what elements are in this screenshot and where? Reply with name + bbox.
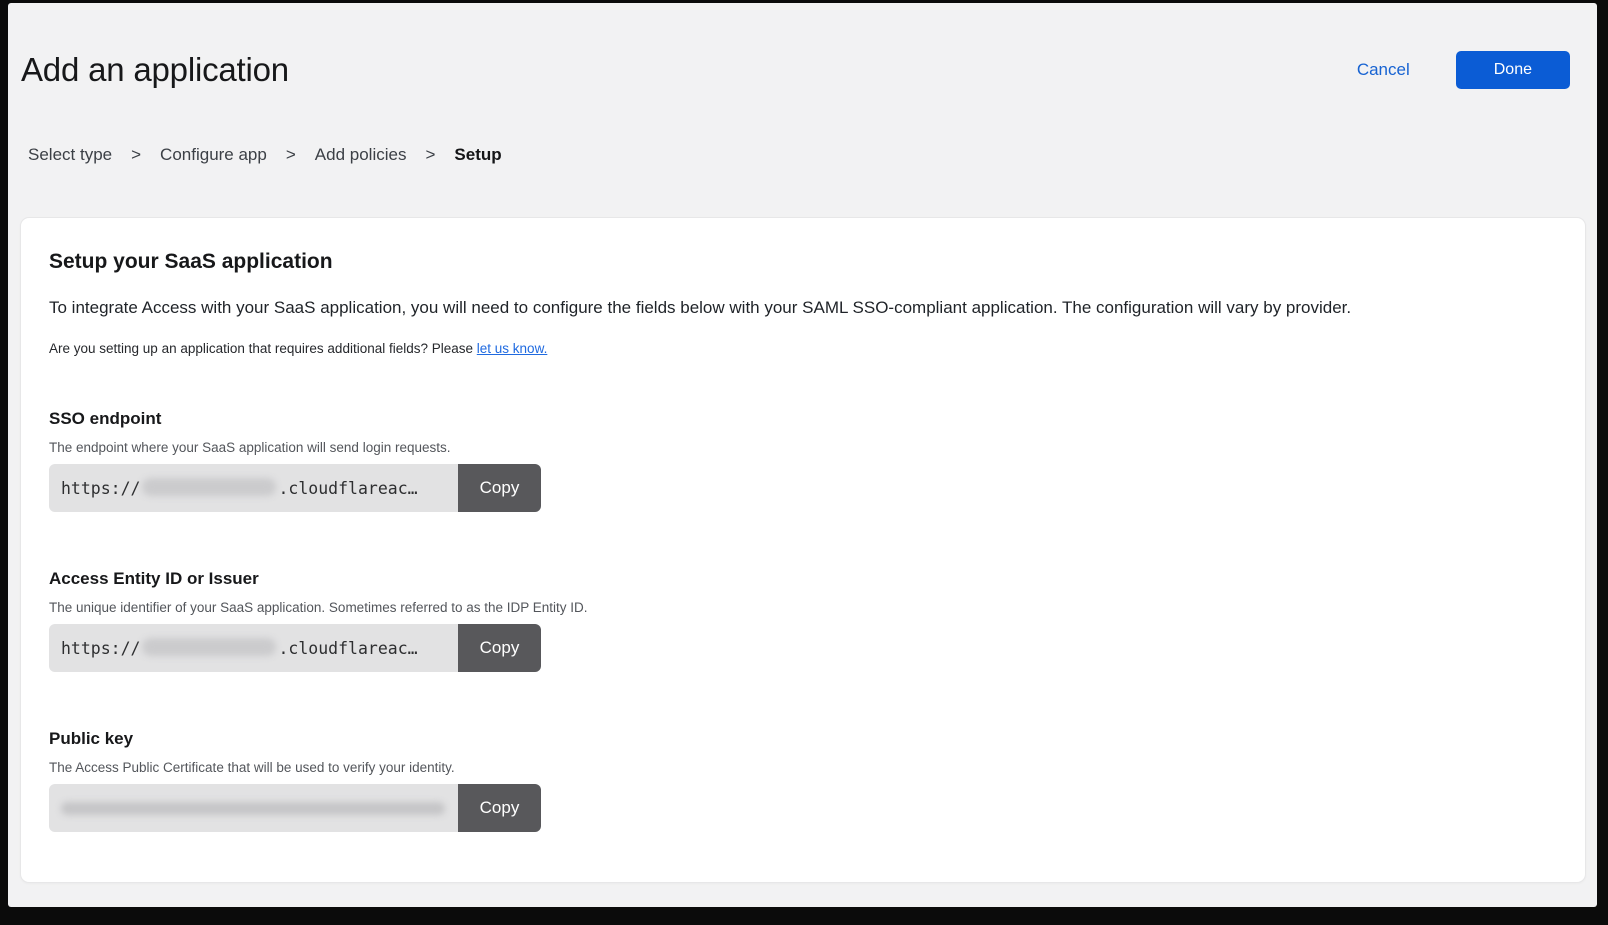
card-note: Are you setting up an application that r… [49,341,1557,356]
app-window: Add an application Cancel Done Select ty… [8,3,1597,907]
redacted-text [142,638,276,656]
public-key-value-row: Copy [49,784,541,832]
value-suffix: .cloudflareac… [278,479,417,498]
page-title: Add an application [21,51,289,89]
field-label: Access Entity ID or Issuer [49,569,1557,589]
entity-id-value-row: https:// .cloudflareac… Copy [49,624,541,672]
breadcrumb-setup: Setup [454,145,501,165]
breadcrumb: Select type > Configure app > Add polici… [28,145,1597,165]
page-header: Add an application Cancel Done [8,3,1597,89]
breadcrumb-select-type[interactable]: Select type [28,145,112,165]
sso-endpoint-value-row: https:// .cloudflareac… Copy [49,464,541,512]
card-heading: Setup your SaaS application [49,250,1557,274]
public-key-copy-button[interactable]: Copy [458,784,541,832]
sso-endpoint-value[interactable]: https:// .cloudflareac… [49,464,458,512]
card-intro-text: To integrate Access with your SaaS appli… [49,298,1557,318]
field-label: Public key [49,729,1557,749]
sso-endpoint-copy-button[interactable]: Copy [458,464,541,512]
let-us-know-link[interactable]: let us know. [477,341,548,356]
entity-id-copy-button[interactable]: Copy [458,624,541,672]
field-public-key: Public key The Access Public Certificate… [49,729,1557,832]
header-actions: Cancel Done [1357,51,1570,89]
breadcrumb-separator: > [425,145,435,165]
breadcrumb-configure-app[interactable]: Configure app [160,145,267,165]
field-description: The endpoint where your SaaS application… [49,440,1557,455]
entity-id-value[interactable]: https:// .cloudflareac… [49,624,458,672]
value-prefix: https:// [61,639,140,658]
redacted-text [61,802,445,815]
breadcrumb-separator: > [131,145,141,165]
public-key-value[interactable] [49,784,458,832]
field-sso-endpoint: SSO endpoint The endpoint where your Saa… [49,409,1557,512]
value-suffix: .cloudflareac… [278,639,417,658]
breadcrumb-separator: > [286,145,296,165]
field-description: The unique identifier of your SaaS appli… [49,600,1557,615]
cancel-button[interactable]: Cancel [1357,60,1410,80]
field-description: The Access Public Certificate that will … [49,760,1557,775]
field-label: SSO endpoint [49,409,1557,429]
setup-card: Setup your SaaS application To integrate… [20,217,1586,883]
done-button[interactable]: Done [1456,51,1570,89]
value-prefix: https:// [61,479,140,498]
breadcrumb-add-policies[interactable]: Add policies [315,145,407,165]
redacted-text [142,478,276,496]
note-text: Are you setting up an application that r… [49,341,477,356]
field-access-entity-id: Access Entity ID or Issuer The unique id… [49,569,1557,672]
